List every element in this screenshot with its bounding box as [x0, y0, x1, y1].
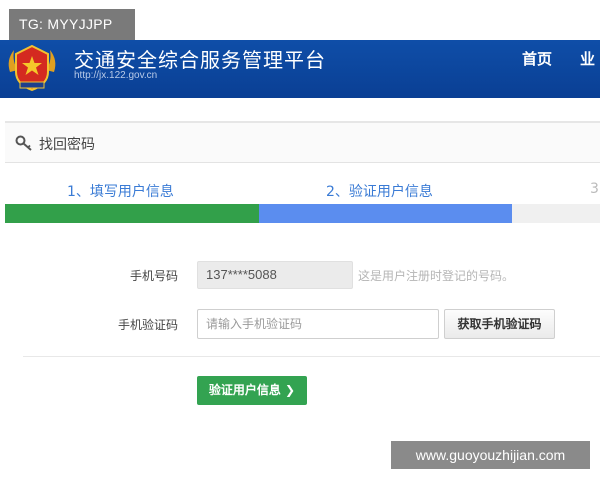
step-1-label: 1、填写用户信息: [67, 184, 174, 200]
nav-business[interactable]: 业: [580, 48, 595, 69]
sms-code-label: 手机验证码: [117, 318, 178, 332]
nav-home[interactable]: 首页: [522, 48, 552, 69]
watermark: www.guoyouzhijian.com: [391, 441, 590, 469]
step-2-label: 2、验证用户信息: [326, 184, 433, 200]
site-header: 交通安全综合服务管理平台 http://jx.122.gov.cn 首页 业: [0, 40, 600, 98]
phone-hint: 这是用户注册时登记的号码。: [358, 269, 515, 283]
section-header: 找回密码: [5, 121, 600, 163]
tag-badge: TG: MYYJJPP: [9, 9, 135, 40]
site-title: 交通安全综合服务管理平台: [74, 48, 326, 72]
verify-user-button[interactable]: 验证用户信息 ❯: [197, 376, 307, 405]
page-title: 找回密码: [39, 137, 95, 153]
divider: [23, 356, 600, 357]
site-url: http://jx.122.gov.cn: [74, 70, 158, 81]
progress-completed-segment: [5, 204, 259, 223]
get-sms-code-button[interactable]: 获取手机验证码: [444, 309, 555, 339]
phone-label: 手机号码: [129, 269, 178, 283]
police-emblem-icon: [8, 44, 56, 92]
key-icon: [15, 135, 32, 151]
phone-number-field: 137****5088: [197, 261, 353, 289]
sms-code-input[interactable]: [197, 309, 439, 339]
progress-current-segment: [259, 204, 512, 223]
step-progress-bar: [5, 204, 600, 223]
page: 交通安全综合服务管理平台 http://jx.122.gov.cn 首页 业 T…: [0, 0, 600, 480]
step-3-label: 3: [590, 181, 599, 197]
